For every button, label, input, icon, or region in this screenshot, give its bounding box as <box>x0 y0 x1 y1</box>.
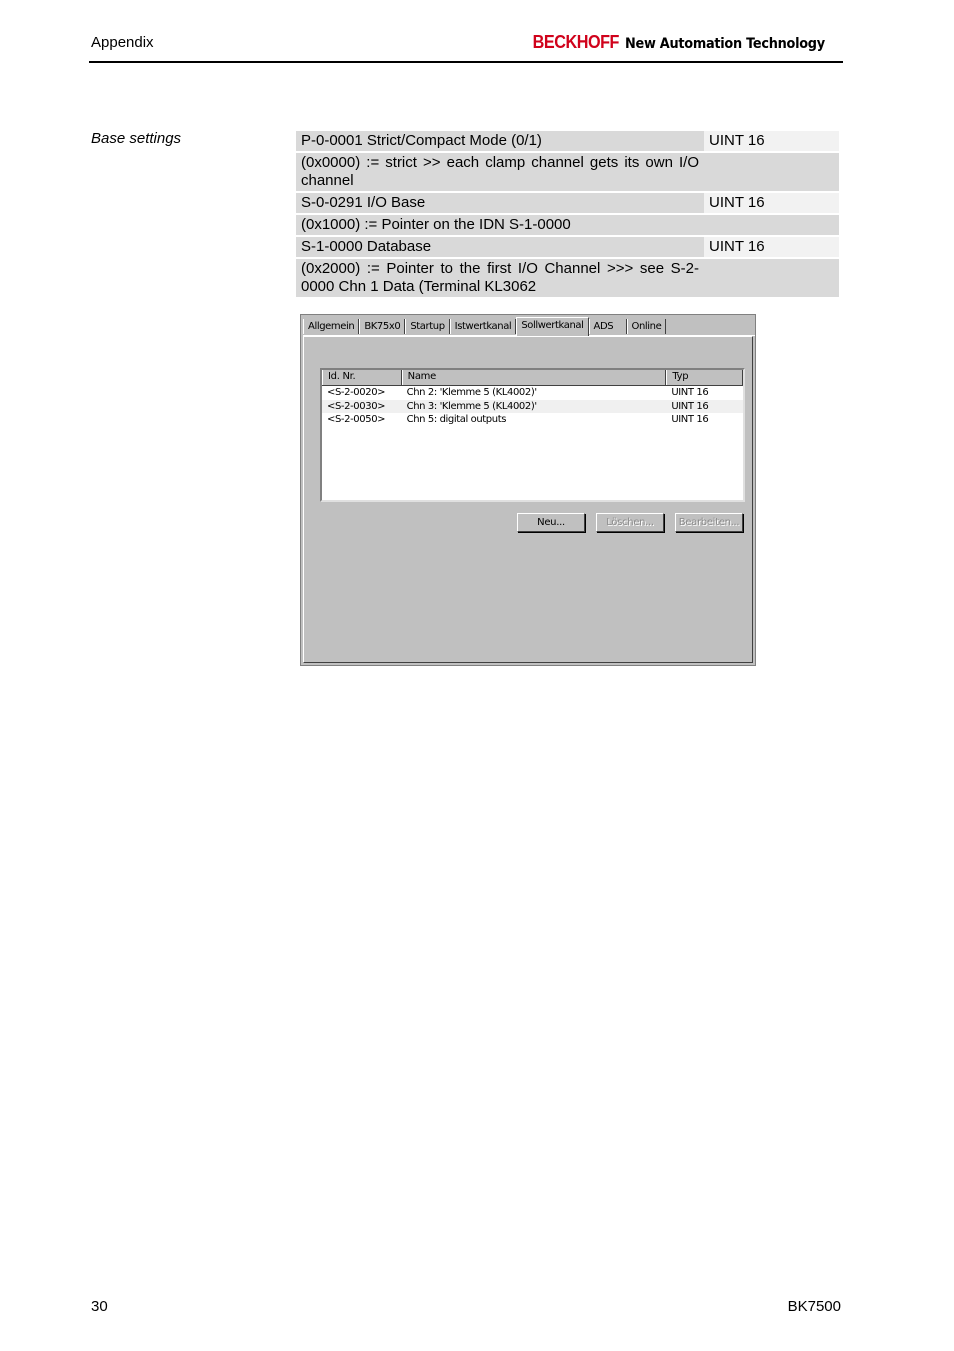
table-row: (0x2000) := Pointer to the first I/O Cha… <box>296 259 839 297</box>
tab-startup[interactable]: Startup <box>405 319 450 334</box>
delete-button[interactable]: Löschen... <box>596 513 664 532</box>
table-row: S-0-0291 I/O Base UINT 16 <box>296 193 839 213</box>
parameter-type <box>704 259 839 297</box>
parameter-text: P-0-0001 Strict/Compact Mode (0/1) <box>296 131 704 151</box>
tab-ads[interactable]: ADS <box>588 319 627 334</box>
parameter-text: S-1-0000 Database <box>296 237 704 257</box>
parameter-text: S-0-0291 I/O Base <box>296 193 704 213</box>
parameter-type: UINT 16 <box>704 131 839 151</box>
tab-bar: Allgemein BK75x0 Startup Istwertkanal So… <box>303 317 755 336</box>
list-item[interactable]: <S-2-0030> Chn 3: 'Klemme 5 (KL4002)' UI… <box>322 399 743 413</box>
list-item[interactable]: <S-2-0050> Chn 5: digital outputs UINT 1… <box>322 413 743 427</box>
new-button[interactable]: Neu... <box>517 513 585 532</box>
parameter-type: UINT 16 <box>704 237 839 257</box>
parameter-text: (0x2000) := Pointer to the first I/O Cha… <box>296 259 704 297</box>
brand-name: BECKHOFF <box>532 32 619 52</box>
tab-allgemein[interactable]: Allgemein <box>303 319 360 334</box>
tab-online[interactable]: Online <box>626 319 667 334</box>
parameter-table: P-0-0001 Strict/Compact Mode (0/1) UINT 1… <box>296 129 839 299</box>
row-id: <S-2-0020> <box>327 387 386 398</box>
parameter-type <box>704 153 839 191</box>
page-number: 30 <box>91 1298 108 1315</box>
row-id: <S-2-0030> <box>327 400 386 412</box>
list-item[interactable]: <S-2-0020> Chn 2: 'Klemme 5 (KL4002)' UI… <box>322 386 743 400</box>
parameter-type: UINT 16 <box>704 193 839 213</box>
tab-bk75x0[interactable]: BK75x0 <box>359 319 406 334</box>
table-row: (0x0000) := strict >> each clamp channel… <box>296 153 839 191</box>
parameter-type <box>704 215 839 235</box>
header-section: Appendix <box>91 34 154 51</box>
tab-sollwertkanal[interactable]: Sollwertkanal <box>516 317 589 336</box>
edit-button[interactable]: Bearbeiten... <box>675 513 743 532</box>
column-header-typ[interactable]: Typ <box>666 370 744 385</box>
channel-list[interactable]: Id. Nr. Name Typ <S-2-0020> Chn 2: 'Klem… <box>320 368 745 502</box>
column-header-id[interactable]: Id. Nr. <box>322 370 402 385</box>
header-divider <box>89 61 843 63</box>
row-typ: UINT 16 <box>671 387 709 398</box>
row-typ: UINT 16 <box>671 400 709 412</box>
table-row: (0x1000) := Pointer on the IDN S-1-0000 <box>296 215 839 235</box>
row-typ: UINT 16 <box>671 414 709 425</box>
section-label: Base settings <box>91 130 182 147</box>
row-name: Chn 3: 'Klemme 5 (KL4002)' <box>406 400 537 412</box>
row-name: Chn 5: digital outputs <box>406 414 507 425</box>
product-name: BK7500 <box>787 1298 841 1315</box>
list-header: Id. Nr. Name Typ <box>322 370 744 386</box>
row-name: Chn 2: 'Klemme 5 (KL4002)' <box>406 387 537 398</box>
table-row: P-0-0001 Strict/Compact Mode (0/1) UINT 1… <box>296 131 839 151</box>
brand-tagline: New Automation Technology <box>624 36 825 52</box>
brand-logo: BECKHOFF New Automation Technology <box>523 32 842 53</box>
parameter-text: (0x0000) := strict >> each clamp channel… <box>296 153 704 191</box>
column-header-name[interactable]: Name <box>401 370 667 385</box>
parameter-text: (0x1000) := Pointer on the IDN S-1-0000 <box>296 215 704 235</box>
tab-panel: Id. Nr. Name Typ <S-2-0020> Chn 2: 'Klem… <box>303 336 753 663</box>
settings-dialog: Allgemein BK75x0 Startup Istwertkanal So… <box>300 314 756 666</box>
tab-istwertkanal[interactable]: Istwertkanal <box>449 319 517 334</box>
row-id: <S-2-0050> <box>327 414 386 425</box>
table-row: S-1-0000 Database UINT 16 <box>296 237 839 257</box>
